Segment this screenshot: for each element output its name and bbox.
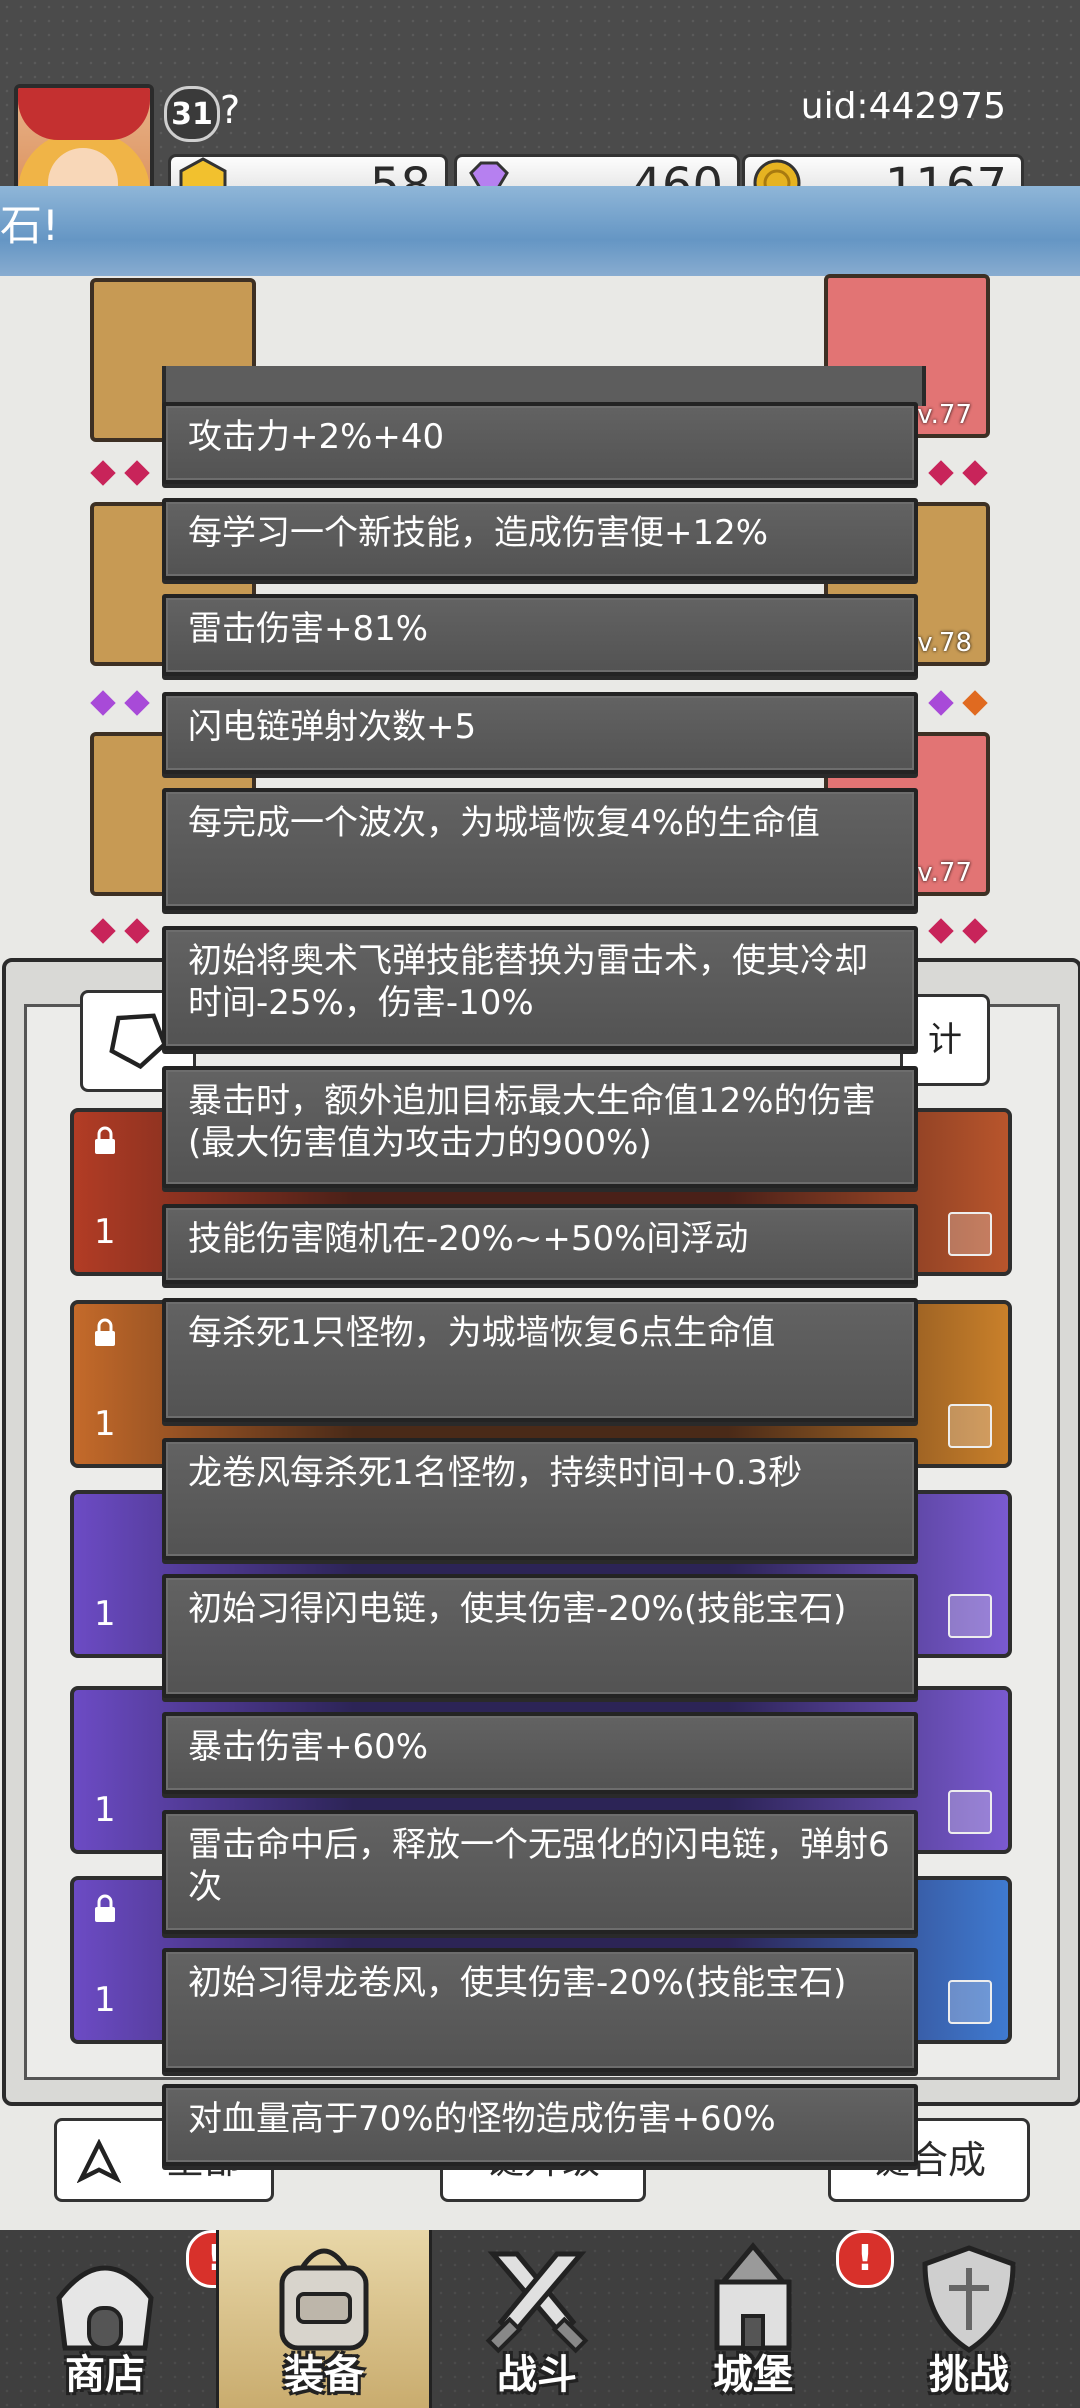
skill-text: 对血量高于70%的怪物造成伤害+60%	[188, 2099, 776, 2139]
skill-card[interactable]: 雷击伤害+81%	[162, 594, 918, 676]
skill-text: 每完成一个波次，为城墙恢复4%的生命值	[188, 803, 820, 843]
backpack-icon	[279, 2248, 369, 2351]
equip-level: v.78	[917, 628, 972, 658]
skill-text: 初始将奥术飞弹技能替换为雷击术，使其冷却时间-25%，伤害-10%	[188, 941, 868, 1023]
stats-button-label: 计	[928, 1020, 962, 1060]
equip-level: v.77	[917, 858, 972, 888]
skill-text: 技能伤害随机在-20%~+50%间浮动	[188, 1219, 749, 1259]
ring-type-icon	[948, 1790, 992, 1834]
skill-card[interactable]: 攻击力+2%+40	[162, 402, 918, 484]
skill-type-icon	[948, 1594, 992, 1638]
nav-shop-label: 商店	[65, 2352, 145, 2398]
skill-card[interactable]: 每完成一个波次，为城墙恢复4%的生命值	[162, 788, 918, 910]
gem-count: 1	[94, 1594, 116, 1634]
skill-list-header	[162, 366, 926, 406]
rarity-diamond-icon	[928, 918, 954, 944]
skill-text: 雷击伤害+81%	[188, 609, 429, 649]
notification-banner: 宝石!	[0, 186, 1080, 276]
lock-icon	[95, 1894, 115, 1922]
skill-text: 暴击时，额外追加目标最大生命值12%的伤害(最大伤害值为攻击力的900%)	[188, 1081, 876, 1163]
nav-equipment-label: 装备	[284, 2352, 364, 2398]
castle-icon	[714, 2242, 792, 2351]
nav-battle-label: 战斗	[497, 2352, 577, 2398]
crossed-swords-icon	[485, 2251, 589, 2354]
lock-icon	[95, 1126, 115, 1154]
rarity-diamond-icon	[962, 918, 988, 944]
skill-card[interactable]: 初始习得龙卷风，使其伤害-20%(技能宝石)	[162, 1948, 918, 2072]
banner-text: 宝石!	[0, 201, 59, 250]
skill-text: 初始习得龙卷风，使其伤害-20%(技能宝石)	[188, 1963, 847, 2003]
skill-text: 龙卷风每杀死1名怪物，持续时间+0.3秒	[188, 1453, 803, 1493]
skill-text: 暴击伤害+60%	[188, 1727, 429, 1767]
rarity-diamond-icon	[962, 690, 988, 716]
skill-card[interactable]: 初始将奥术飞弹技能替换为雷击术，使其冷却时间-25%，伤害-10%	[162, 926, 918, 1050]
skill-text: 每学习一个新技能，造成伤害便+12%	[188, 513, 769, 553]
skill-text: 每杀死1只怪物，为城墙恢复6点生命值	[188, 1313, 776, 1353]
lock-icon	[95, 1318, 115, 1346]
skill-card[interactable]: 初始习得闪电链，使其伤害-20%(技能宝石)	[162, 1574, 918, 1698]
nav-shop[interactable]: 商店	[0, 2230, 210, 2408]
uid-label: uid:442975	[800, 86, 1006, 127]
gem-count: 1	[94, 1212, 116, 1252]
skill-text: 初始习得闪电链，使其伤害-20%(技能宝石)	[188, 1589, 847, 1629]
skill-text: 攻击力+2%+40	[188, 417, 445, 457]
player-level: 31	[171, 96, 213, 132]
nav-challenge-label: 挑战	[929, 2352, 1009, 2398]
nav-castle[interactable]: 城堡	[648, 2230, 858, 2408]
rarity-diamond-icon	[124, 918, 150, 944]
rarity-diamond-icon	[90, 690, 116, 716]
skill-text: 雷击命中后，释放一个无强化的闪电链，弹射6次	[188, 1825, 890, 1907]
rarity-diamond-icon	[928, 690, 954, 716]
skill-card[interactable]: 闪电链弹射次数+5	[162, 692, 918, 774]
gem-outline-icon	[109, 1013, 168, 1070]
rarity-diamond-icon	[124, 460, 150, 486]
gem-count: 1	[94, 1404, 116, 1444]
rarity-diamond-icon	[90, 460, 116, 486]
nav-battle[interactable]: 战斗	[432, 2230, 642, 2408]
gem-count: 1	[94, 1980, 116, 2020]
sort-up-icon	[77, 2139, 121, 2183]
skill-card[interactable]: 对血量高于70%的怪物造成伤害+60%	[162, 2084, 918, 2166]
nav-castle-label: 城堡	[713, 2352, 793, 2398]
player-level-badge: 31	[164, 86, 220, 142]
shield-icon	[922, 2245, 1016, 2353]
skill-card[interactable]: 暴击伤害+60%	[162, 1712, 918, 1794]
rarity-diamond-icon	[928, 460, 954, 486]
rarity-diamond-icon	[90, 918, 116, 944]
rarity-diamond-icon	[962, 460, 988, 486]
skill-card[interactable]: 暴击时，额外追加目标最大生命值12%的伤害(最大伤害值为攻击力的900%)	[162, 1066, 918, 1188]
gem-count: 1	[94, 1790, 116, 1830]
rarity-diamond-icon	[124, 690, 150, 716]
shield-type-icon	[948, 1404, 992, 1448]
shop-icon	[56, 2265, 154, 2351]
nav-challenge[interactable]: 挑战	[864, 2230, 1074, 2408]
skill-card[interactable]: 每杀死1只怪物，为城墙恢复6点生命值	[162, 1298, 918, 1422]
skill-card[interactable]: 龙卷风每杀死1名怪物，持续时间+0.3秒	[162, 1438, 918, 1560]
skill-card[interactable]: 技能伤害随机在-20%~+50%间浮动	[162, 1204, 918, 1284]
nav-equipment[interactable]: 装备	[216, 2230, 432, 2408]
skill-card[interactable]: 雷击命中后，释放一个无强化的闪电链，弹射6次	[162, 1810, 918, 1934]
skill-type-icon	[948, 1212, 992, 1256]
player-name: ?	[220, 88, 241, 132]
skill-card[interactable]: 每学习一个新技能，造成伤害便+12%	[162, 498, 918, 580]
gem-type-icon	[948, 1980, 992, 2024]
skill-text: 闪电链弹射次数+5	[188, 707, 477, 747]
